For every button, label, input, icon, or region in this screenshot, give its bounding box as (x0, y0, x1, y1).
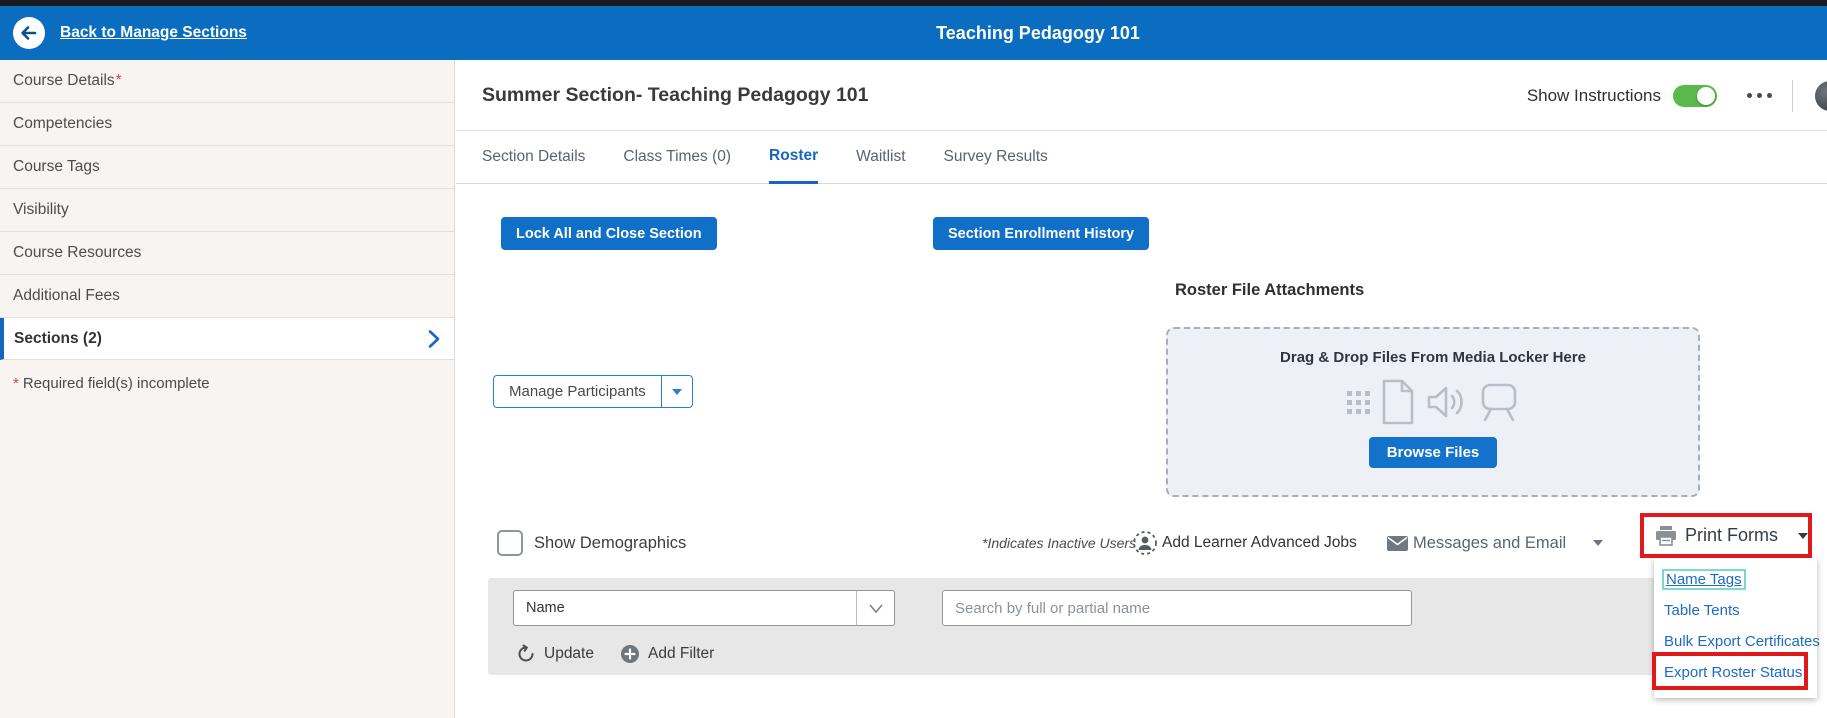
dropzone-icons (1347, 379, 1520, 425)
search-input[interactable] (942, 590, 1412, 626)
sidebar-item-label: Course Resources (13, 244, 141, 262)
menu-item-table-tents[interactable]: Table Tents (1654, 595, 1817, 626)
menu-item-label: Export Roster Status (1664, 664, 1802, 681)
tab-waitlist[interactable]: Waitlist (856, 131, 905, 183)
menu-item-label: Name Tags (1664, 571, 1744, 588)
caret-down-icon (1798, 533, 1808, 539)
required-footnote-text: Required field(s) incomplete (23, 375, 210, 392)
print-forms-label: Print Forms (1685, 525, 1778, 546)
show-demographics-checkbox[interactable] (497, 530, 523, 556)
section-title: Summer Section- Teaching Pedagogy 101 (482, 60, 869, 131)
menu-item-label: Table Tents (1664, 602, 1740, 619)
chevron-right-icon (428, 329, 440, 348)
filter-field-select[interactable]: Name (513, 590, 895, 626)
section-title-bar: Summer Section- Teaching Pedagogy 101 Sh… (456, 60, 1827, 131)
course-title: Teaching Pedagogy 101 (936, 6, 1140, 60)
caret-down-icon[interactable] (1593, 540, 1603, 546)
print-forms-button[interactable]: Print Forms (1655, 525, 1808, 546)
sidebar: Course Details* Competencies Course Tags… (0, 60, 455, 718)
update-button[interactable]: Update (516, 644, 594, 664)
overflow-menu-button[interactable] (1745, 87, 1774, 104)
title-actions: Show Instructions (1527, 60, 1827, 131)
update-label: Update (544, 645, 594, 663)
file-dropzone[interactable]: Drag & Drop Files From Media Locker Here… (1166, 327, 1700, 497)
menu-item-label: Bulk Export Certificates (1664, 633, 1820, 650)
sidebar-item-course-details[interactable]: Course Details* (0, 60, 454, 103)
browser-edge-stripe (0, 0, 1827, 6)
refresh-icon (516, 644, 536, 664)
tab-class-times[interactable]: Class Times (0) (623, 131, 731, 183)
filter-actions: Update Add Filter (516, 644, 714, 664)
presentation-board-icon (1478, 382, 1520, 422)
manage-participants-label: Manage Participants (494, 376, 661, 407)
sidebar-item-label: Competencies (13, 115, 112, 133)
help-circle-icon[interactable] (1815, 81, 1827, 111)
dropzone-text: Drag & Drop Files From Media Locker Here (1280, 349, 1586, 366)
sidebar-item-label: Course Details (13, 72, 115, 90)
tab-section-details[interactable]: Section Details (482, 131, 585, 183)
menu-item-name-tags[interactable]: Name Tags (1654, 564, 1817, 595)
required-asterisk: * (13, 375, 19, 392)
roster-file-attachments-title: Roster File Attachments (1175, 281, 1364, 300)
manage-participants-dropdown[interactable] (661, 376, 692, 407)
back-button[interactable] (13, 17, 45, 49)
back-arrow-icon (19, 23, 39, 43)
tab-survey-results[interactable]: Survey Results (944, 131, 1048, 183)
lock-all-close-section-button[interactable]: Lock All and Close Section (501, 217, 717, 250)
section-tabs: Section Details Class Times (0) Roster W… (456, 131, 1827, 184)
drag-dots-icon (1347, 391, 1370, 414)
toggle-knob (1697, 87, 1715, 105)
print-forms-menu: Name Tags Table Tents Bulk Export Certif… (1654, 558, 1817, 698)
add-learner-person-icon[interactable] (1132, 530, 1158, 561)
vertical-divider (1792, 80, 1793, 112)
print-forms-annotation-box: Print Forms (1640, 513, 1812, 558)
plus-circle-icon (620, 644, 640, 664)
sidebar-item-course-resources[interactable]: Course Resources (0, 232, 454, 275)
chevron-down-icon (856, 591, 894, 625)
menu-item-export-roster-status[interactable]: Export Roster Status (1654, 657, 1817, 688)
tab-roster[interactable]: Roster (769, 131, 818, 184)
sidebar-item-label: Course Tags (13, 158, 100, 176)
filter-field-value: Name (514, 591, 856, 625)
roster-filter-bar: Name Update Add Filter (488, 578, 1757, 675)
add-learner-advanced-jobs-link[interactable]: Add Learner Advanced Jobs (1162, 530, 1357, 556)
back-to-manage-sections-link[interactable]: Back to Manage Sections (60, 0, 247, 60)
envelope-icon[interactable] (1387, 536, 1408, 556)
sidebar-item-label: Additional Fees (13, 287, 120, 305)
show-instructions-toggle[interactable] (1673, 85, 1717, 107)
page: { "header": { "back_label": "Back to Man… (0, 0, 1827, 718)
sidebar-item-sections[interactable]: Sections (2) (0, 318, 454, 360)
sidebar-item-visibility[interactable]: Visibility (0, 189, 454, 232)
messages-and-email-button[interactable]: Messages and Email (1413, 530, 1566, 556)
manage-participants-button[interactable]: Manage Participants (493, 375, 693, 408)
document-icon (1380, 379, 1416, 425)
add-filter-label: Add Filter (648, 645, 714, 663)
top-header: Back to Manage Sections Teaching Pedagog… (0, 0, 1827, 60)
browse-files-button[interactable]: Browse Files (1369, 437, 1498, 468)
sidebar-item-course-tags[interactable]: Course Tags (0, 146, 454, 189)
sidebar-item-additional-fees[interactable]: Additional Fees (0, 275, 454, 318)
add-filter-button[interactable]: Add Filter (620, 644, 714, 664)
printer-icon (1655, 526, 1677, 546)
audio-speaker-icon (1426, 384, 1468, 420)
inactive-users-note: *Indicates Inactive Users (982, 530, 1136, 556)
show-instructions-label: Show Instructions (1527, 86, 1661, 106)
sidebar-item-label: Sections (2) (14, 330, 102, 348)
required-footnote: *Required field(s) incomplete (0, 360, 454, 407)
sidebar-item-competencies[interactable]: Competencies (0, 103, 454, 146)
required-asterisk: * (116, 72, 122, 90)
show-demographics-label: Show Demographics (534, 530, 686, 556)
menu-item-bulk-export-certificates[interactable]: Bulk Export Certificates (1654, 626, 1817, 657)
main-content: Summer Section- Teaching Pedagogy 101 Sh… (456, 60, 1827, 718)
section-enrollment-history-button[interactable]: Section Enrollment History (933, 217, 1149, 250)
caret-down-icon (672, 389, 682, 395)
sidebar-item-label: Visibility (13, 201, 69, 219)
